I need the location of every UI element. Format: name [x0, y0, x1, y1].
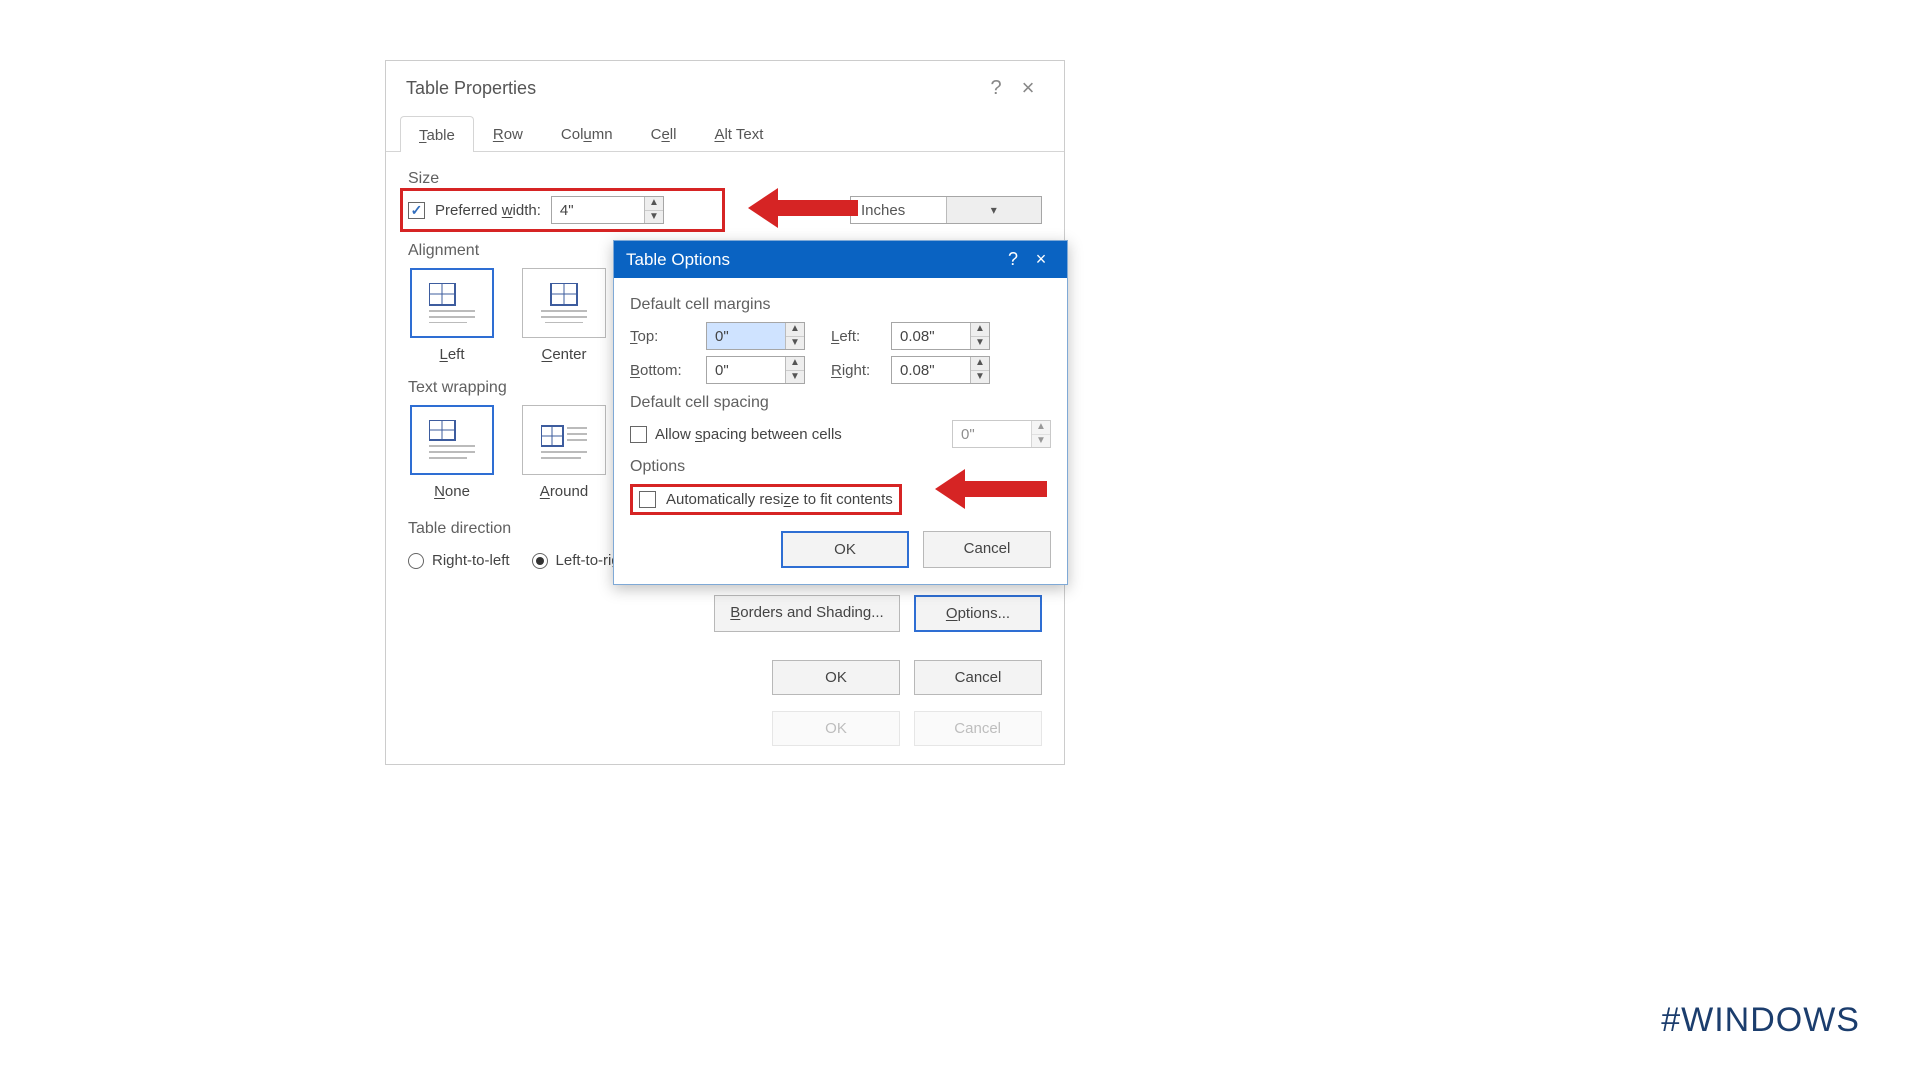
margin-right-input[interactable]	[892, 357, 970, 383]
tp-cancel-button[interactable]: Cancel	[914, 660, 1042, 695]
wrap-around-thumb[interactable]	[522, 405, 606, 475]
chevron-down-icon[interactable]: ▾	[946, 197, 1042, 223]
borders-shading-button[interactable]: Borders and Shading...	[714, 595, 900, 632]
margin-bottom-input[interactable]	[707, 357, 785, 383]
auto-resize-label: Automatically resize to fit contents	[666, 491, 893, 508]
size-group-label: Size	[408, 170, 1042, 188]
default-spacing-label: Default cell spacing	[630, 394, 1051, 412]
table-options-dialog: Table Options ? × Default cell margins T…	[613, 240, 1068, 585]
wrap-none-label: None	[434, 483, 470, 500]
margin-left-spinner[interactable]: ▲▼	[891, 322, 990, 350]
auto-resize-highlight: Automatically resize to fit contents	[630, 484, 902, 515]
tabstrip: Table Row Column Cell Alt Text	[386, 115, 1064, 152]
spin-up-icon[interactable]: ▲	[786, 357, 804, 371]
tab-row[interactable]: Row	[474, 115, 542, 151]
close-icon[interactable]: ×	[1027, 249, 1055, 270]
auto-resize-checkbox[interactable]	[639, 491, 656, 508]
spin-down-icon[interactable]: ▼	[971, 371, 989, 384]
help-icon[interactable]: ?	[999, 249, 1027, 270]
close-icon[interactable]: ×	[1012, 75, 1044, 101]
options-group-label: Options	[630, 458, 1051, 476]
spin-up-icon[interactable]: ▲	[645, 197, 663, 211]
tp-ok-button-shadow: OK	[772, 711, 900, 746]
to-cancel-button[interactable]: Cancel	[923, 531, 1051, 568]
margin-left-input[interactable]	[892, 323, 970, 349]
tab-alt-text[interactable]: Alt Text	[695, 115, 782, 151]
spin-up-icon[interactable]: ▲	[971, 357, 989, 371]
to-ok-button[interactable]: OK	[781, 531, 909, 568]
tp-cancel-button-shadow: Cancel	[914, 711, 1042, 746]
table-options-title: Table Options	[626, 250, 999, 270]
tp-ok-button[interactable]: OK	[772, 660, 900, 695]
align-center-thumb[interactable]	[522, 268, 606, 338]
spin-up-icon[interactable]: ▲	[971, 323, 989, 337]
cell-spacing-input[interactable]	[953, 421, 1031, 447]
margin-top-input[interactable]	[707, 323, 785, 349]
wrap-none-thumb[interactable]	[410, 405, 494, 475]
tab-table[interactable]: Table	[400, 116, 474, 152]
margin-left-label: Left:	[831, 328, 883, 345]
tab-column[interactable]: Column	[542, 115, 632, 151]
measure-in-value: Inches	[851, 202, 946, 219]
spin-down-icon[interactable]: ▼	[645, 211, 663, 224]
spin-down-icon[interactable]: ▼	[1032, 435, 1050, 448]
preferred-width-spinner[interactable]: ▲▼	[551, 196, 664, 224]
direction-rtl-radio[interactable]: Right-to-left	[408, 552, 510, 569]
preferred-width-checkbox[interactable]	[408, 202, 425, 219]
table-properties-title: Table Properties	[406, 78, 980, 99]
margin-bottom-spinner[interactable]: ▲▼	[706, 356, 805, 384]
margin-right-label: Right:	[831, 362, 883, 379]
preferred-width-label: Preferred width:	[435, 202, 541, 219]
default-margins-label: Default cell margins	[630, 296, 1051, 314]
options-button[interactable]: Options...	[914, 595, 1042, 632]
margin-top-label: Top:	[630, 328, 698, 345]
spin-up-icon[interactable]: ▲	[1032, 421, 1050, 435]
margin-right-spinner[interactable]: ▲▼	[891, 356, 990, 384]
spin-down-icon[interactable]: ▼	[786, 337, 804, 350]
spin-up-icon[interactable]: ▲	[786, 323, 804, 337]
measure-in-combo[interactable]: Inches ▾	[850, 196, 1042, 224]
align-center-label: Center	[541, 346, 586, 363]
spin-down-icon[interactable]: ▼	[971, 337, 989, 350]
wrap-around-label: Around	[540, 483, 588, 500]
watermark-text: #WINDOWS	[1661, 1001, 1860, 1040]
margin-bottom-label: Bottom:	[630, 362, 698, 379]
allow-spacing-label: Allow spacing between cells	[655, 426, 842, 443]
tab-cell[interactable]: Cell	[632, 115, 696, 151]
spin-down-icon[interactable]: ▼	[786, 371, 804, 384]
preferred-width-input[interactable]	[552, 197, 644, 223]
cell-spacing-spinner[interactable]: ▲▼	[952, 420, 1051, 448]
preferred-width-row: Preferred width: ▲▼ Measure in: Inches ▾	[408, 196, 1042, 224]
align-left-thumb[interactable]	[410, 268, 494, 338]
allow-spacing-checkbox[interactable]	[630, 426, 647, 443]
help-icon[interactable]: ?	[980, 77, 1012, 100]
margin-top-spinner[interactable]: ▲▼	[706, 322, 805, 350]
align-left-label: Left	[439, 346, 464, 363]
